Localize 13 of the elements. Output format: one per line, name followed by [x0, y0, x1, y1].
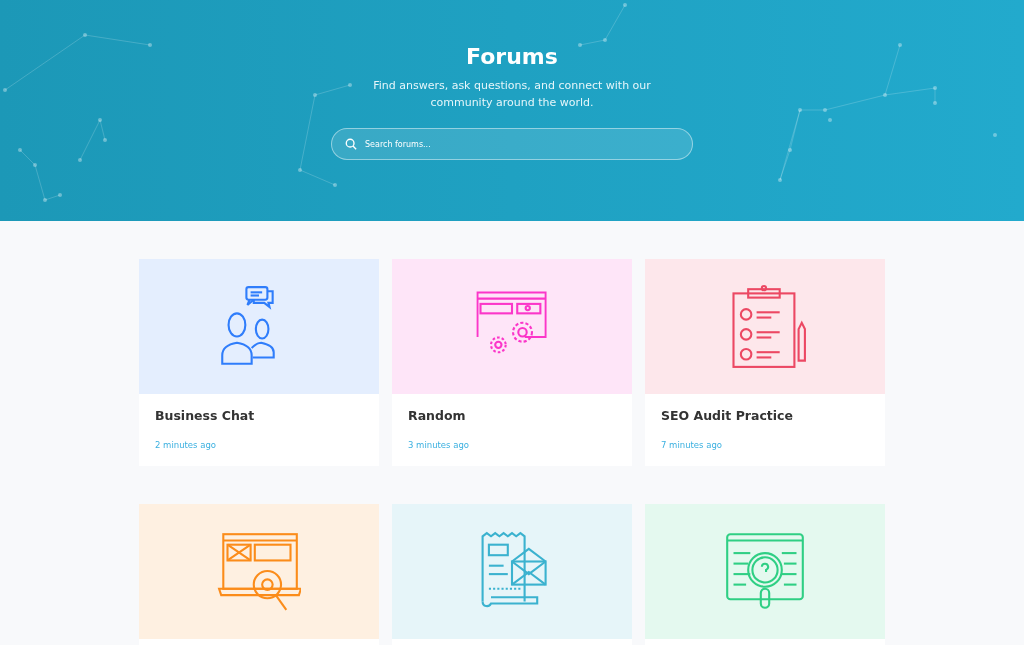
- forum-timestamp: 7 minutes ago: [661, 440, 724, 450]
- forum-title: Random: [408, 408, 467, 423]
- forum-card[interactable]: Business Chat 2 minutes ago: [139, 259, 379, 466]
- forum-timestamp: 3 minutes ago: [408, 440, 471, 450]
- forum-title: Business Chat: [155, 408, 256, 423]
- forum-card[interactable]: SEO Audit Practice 7 minutes ago: [645, 259, 885, 466]
- search-icon: [345, 138, 357, 150]
- page-title: Forums: [466, 44, 558, 69]
- forum-timestamp: 2 minutes ago: [155, 440, 218, 450]
- search-field[interactable]: Search forums...: [331, 128, 693, 160]
- page-subtitle: Find answers, ask questions, and connect with our community around the world.: [372, 78, 652, 111]
- forum-card[interactable]: Random 3 minutes ago: [392, 259, 632, 466]
- forum-title: SEO Audit Practice: [661, 408, 794, 423]
